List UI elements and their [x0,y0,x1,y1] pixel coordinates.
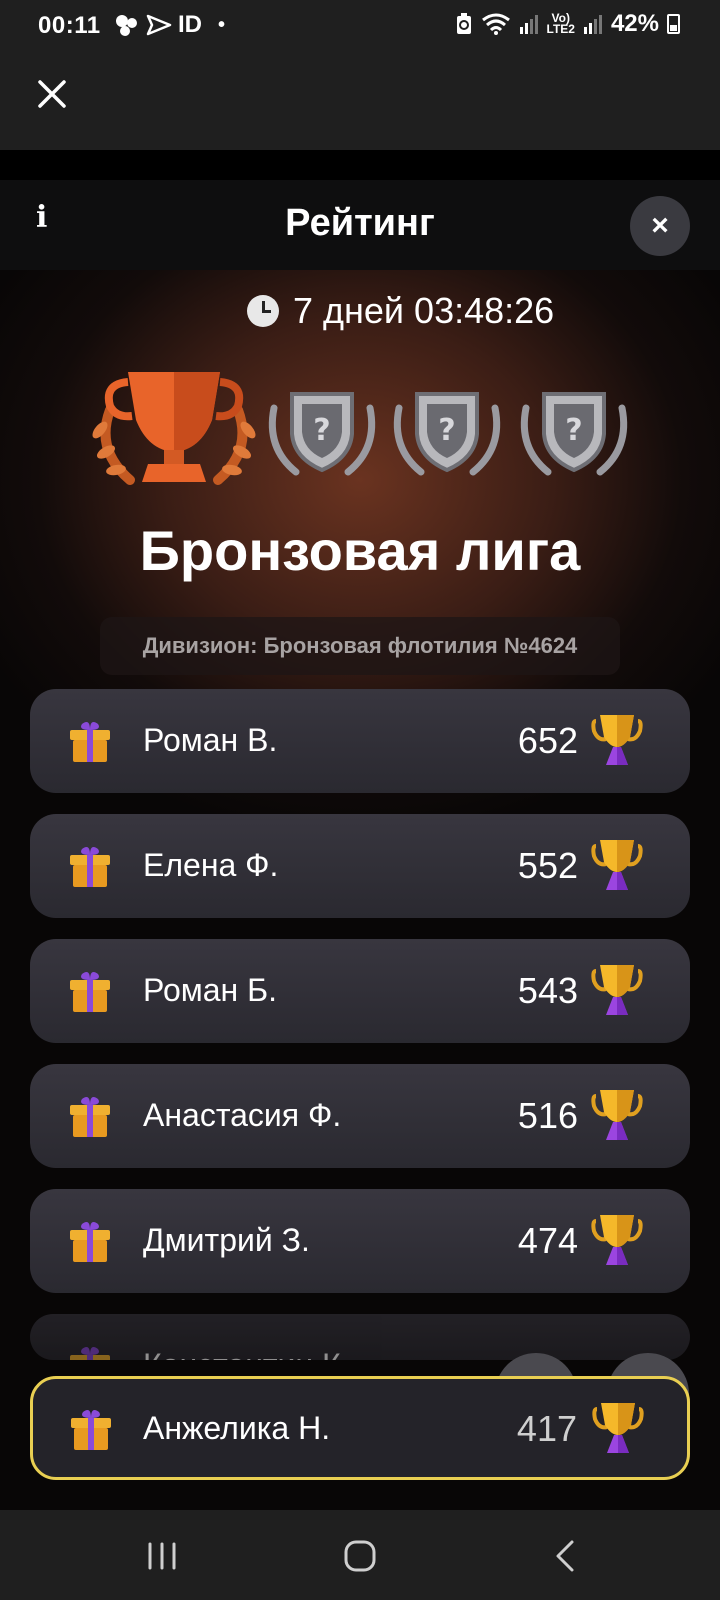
division-label: Дивизион: Бронзовая флотилия №4624 [100,617,620,675]
locked-league-icon: ? [268,392,376,476]
svg-text:?: ? [438,413,455,448]
leaderboard-row[interactable]: Константин К. [30,1314,690,1360]
wifi-icon [481,13,510,35]
player-name: Роман В. [143,722,278,758]
signal-icon [519,15,538,34]
league-name: Бронзовая лига [139,519,581,582]
trophy-icon [591,840,643,890]
player-name: Дмитрий З. [143,1222,310,1258]
trophy-icon [592,1403,644,1453]
system-nav-bar [0,1510,720,1600]
player-score: 417 [516,1408,577,1449]
svg-text:?: ? [565,413,582,448]
id-indicator: ID [178,11,202,38]
trophy-icon [591,1090,643,1140]
trophy-icon [591,965,643,1015]
player-score: 543 [517,970,578,1011]
trophy-icon [591,715,643,765]
app-bar [0,54,720,150]
status-time: 00:11 [38,12,101,39]
status-left-icons: ID • [114,11,225,39]
player-name: Роман Б. [143,972,277,1008]
home-icon[interactable] [340,1536,380,1576]
bronze-cup-icon [92,372,256,485]
sheet-header: i Рейтинг × [0,180,720,270]
recents-icon[interactable] [142,1536,182,1576]
sheet-title: Рейтинг [285,202,435,244]
back-icon[interactable] [546,1536,586,1576]
player-score: 474 [517,1220,578,1261]
leaderboard-row[interactable]: Елена Ф. 552 [30,814,690,918]
gift-icon[interactable] [68,968,112,1014]
battery-saver-icon [456,13,471,34]
leaderboard-row[interactable]: Роман Б. 543 [30,939,690,1043]
dot-icon: • [218,13,226,36]
locked-league-icon: ? [393,392,501,476]
player-name: Константин К. [143,1347,350,1360]
close-icon[interactable] [36,78,68,110]
season-timer: 7 дней 03:48:26 [247,290,554,332]
timer-text: 7 дней 03:48:26 [293,290,555,331]
player-score: 652 [517,720,578,761]
apps-icon [116,15,137,36]
rating-sheet: i Рейтинг × 7 дней 03:48:26 ? ? ? Бронзо… [0,180,720,1510]
send-icon [146,14,172,36]
volte-indicator: Vo) LTE2 [546,11,575,36]
current-user-row[interactable]: Анжелика Н. 417 [30,1376,690,1480]
player-name: Анжелика Н. [143,1410,331,1446]
battery-icon [667,14,680,34]
signal-2-icon [583,15,602,34]
player-name: Елена Ф. [143,847,279,883]
svg-text:?: ? [313,413,330,448]
gift-icon[interactable] [68,718,112,764]
leaderboard-row[interactable]: Анастасия Ф. 516 [30,1064,690,1168]
gift-icon[interactable] [68,1218,112,1264]
sheet-close-button[interactable]: × [630,196,690,256]
clock-icon [247,295,279,327]
player-name: Анастасия Ф. [143,1097,342,1133]
status-right-icons: Vo) LTE2 42% [455,10,680,38]
player-score: 552 [517,845,578,886]
gift-icon[interactable] [68,1343,112,1360]
gift-icon[interactable] [69,1406,113,1452]
gift-icon[interactable] [68,1093,112,1139]
trophy-icon [591,1215,643,1265]
locked-league-icon: ? [520,392,628,476]
leaderboard-row[interactable]: Дмитрий З. 474 [30,1189,690,1293]
leaderboard-row[interactable]: Роман В. 652 [30,689,690,793]
league-badges: ? ? ? [92,372,628,485]
player-score: 516 [517,1095,578,1136]
status-bar: 00:11 ID • Vo) LTE2 42% [0,0,720,54]
battery-percent: 42% [610,10,659,37]
gift-icon[interactable] [68,843,112,889]
